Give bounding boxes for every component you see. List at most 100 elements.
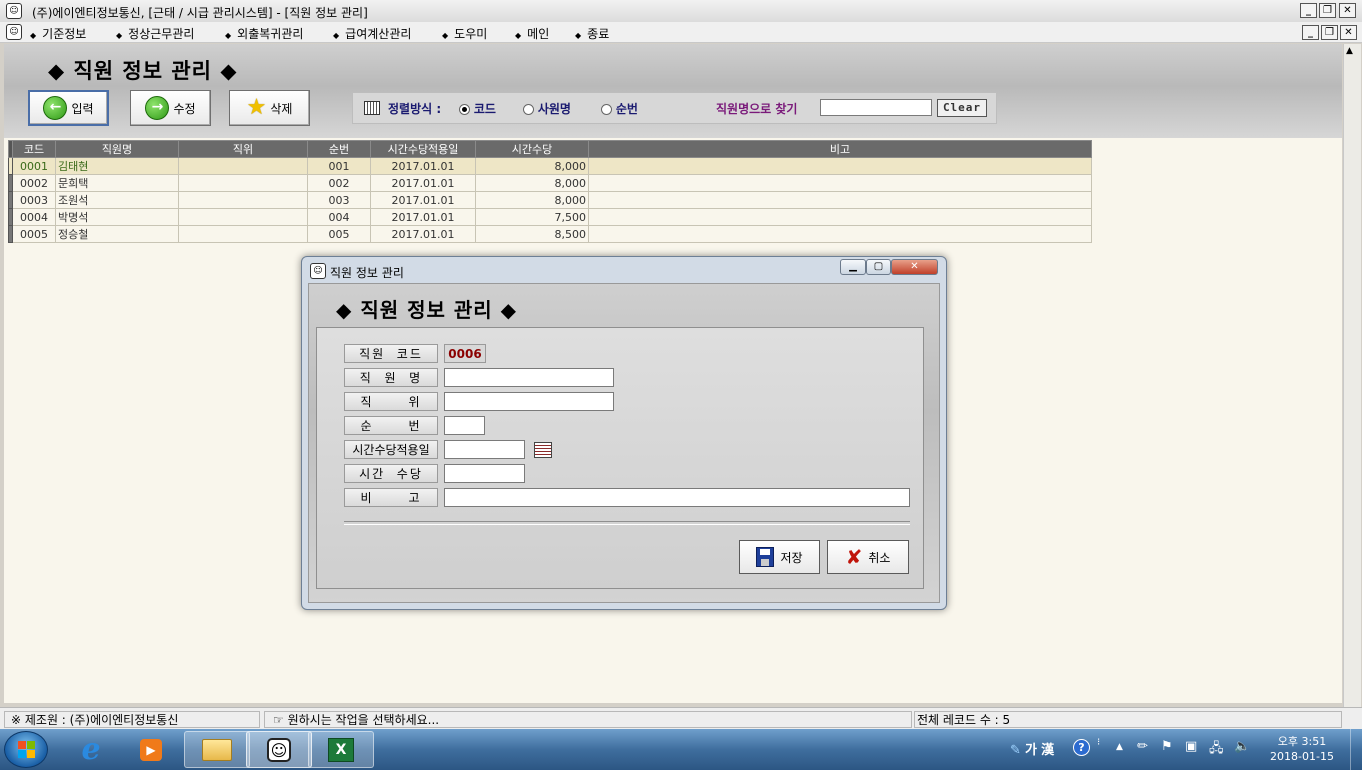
restore-icon[interactable]: ❐ (1319, 3, 1336, 18)
search-input[interactable] (820, 99, 932, 116)
dialog-titlebar[interactable]: ☺ 직원 정보 관리 ▁ ▢ ✕ (302, 257, 946, 283)
menu-item-help[interactable]: ◆ 도우미 (442, 25, 487, 42)
clear-button[interactable]: Clear (937, 99, 987, 117)
cell-note[interactable] (588, 157, 1092, 175)
table-row[interactable]: 0005 정승철 005 2017.01.01 8,500 (8, 225, 1092, 243)
edit-button[interactable]: → 수정 (130, 90, 211, 126)
column-header-seq[interactable]: 순번 (307, 140, 371, 158)
cell-name[interactable]: 정승철 (55, 225, 179, 243)
vertical-scrollbar[interactable]: ▲ ▼ (1343, 44, 1361, 727)
cancel-button[interactable]: ✘ 취소 (827, 540, 909, 574)
column-header-code[interactable]: 코드 (12, 140, 56, 158)
column-header-wage[interactable]: 시간수당 (475, 140, 589, 158)
taskbar-ie[interactable]: e (58, 731, 124, 768)
cell-position[interactable] (178, 174, 308, 192)
cell-position[interactable] (178, 225, 308, 243)
cell-note[interactable] (588, 208, 1092, 226)
clock[interactable]: 오후 3:51 2018-01-15 (1262, 734, 1342, 764)
name-input[interactable] (444, 368, 614, 387)
cell-code[interactable]: 0004 (12, 208, 56, 226)
table-row[interactable]: 0002 문희택 002 2017.01.01 8,000 (8, 174, 1092, 192)
taskbar-media-player[interactable]: ▶ (118, 731, 184, 768)
delete-button[interactable]: ★ 삭제 (229, 90, 310, 126)
taskbar-excel[interactable]: X (308, 731, 374, 768)
cell-seq[interactable]: 001 (307, 157, 371, 175)
cell-note[interactable] (588, 191, 1092, 209)
cell-date[interactable]: 2017.01.01 (370, 191, 476, 209)
taskbar-explorer[interactable] (184, 731, 250, 768)
menu-item-regular-work[interactable]: ◆ 정상근무관리 (116, 25, 194, 42)
volume-icon[interactable]: 🔈 (1234, 739, 1250, 754)
input-button[interactable]: ← 입력 (28, 90, 109, 126)
column-header-name[interactable]: 직원명 (55, 140, 179, 158)
date-input[interactable] (444, 440, 525, 459)
cell-date[interactable]: 2017.01.01 (370, 174, 476, 192)
menu-item-basic-info[interactable]: ◆ 기준정보 (30, 25, 86, 42)
cell-name[interactable]: 박명석 (55, 208, 179, 226)
cell-seq[interactable]: 004 (307, 208, 371, 226)
menu-item-exit[interactable]: ◆ 종료 (575, 25, 609, 42)
dialog-minimize-icon[interactable]: ▁ (840, 259, 866, 275)
cell-position[interactable] (178, 191, 308, 209)
network-icon[interactable]: 🖧 (1209, 739, 1224, 761)
cell-seq[interactable]: 003 (307, 191, 371, 209)
child-restore-icon[interactable]: ❐ (1321, 25, 1338, 40)
position-input[interactable] (444, 392, 614, 411)
taskbar-current-app[interactable]: ☺ (246, 731, 312, 768)
cell-date[interactable]: 2017.01.01 (370, 225, 476, 243)
help-icon[interactable]: ? (1073, 739, 1090, 756)
cell-name[interactable]: 조원석 (55, 191, 179, 209)
show-desktop-button[interactable] (1350, 729, 1362, 770)
tray-expand-icon[interactable]: ▲ (1116, 742, 1123, 752)
note-input[interactable] (444, 488, 910, 507)
pen-icon[interactable]: ✏ (1137, 739, 1148, 754)
sort-option-code[interactable]: 코드 (459, 100, 496, 117)
column-header-note[interactable]: 비고 (588, 140, 1092, 158)
column-header-date[interactable]: 시간수당적용일 (370, 140, 476, 158)
cell-position[interactable] (178, 208, 308, 226)
cell-note[interactable] (588, 174, 1092, 192)
cell-name[interactable]: 문희택 (55, 174, 179, 192)
cell-wage[interactable]: 8,000 (475, 191, 589, 209)
menu-item-payroll[interactable]: ◆ 급여계산관리 (333, 25, 411, 42)
sort-option-name[interactable]: 사원명 (523, 100, 571, 117)
cell-wage[interactable]: 8,500 (475, 225, 589, 243)
cell-code[interactable]: 0003 (12, 191, 56, 209)
child-minimize-icon[interactable]: _ (1302, 25, 1319, 40)
cell-position[interactable] (178, 157, 308, 175)
table-row[interactable]: 0001 김태현 001 2017.01.01 8,000 (8, 157, 1092, 175)
device-icon[interactable]: ▣ (1185, 739, 1197, 754)
ime-indicator[interactable]: ✎ 가 漢 (1010, 739, 1054, 758)
cell-code[interactable]: 0002 (12, 174, 56, 192)
start-button[interactable] (4, 731, 48, 768)
flag-icon[interactable]: ⚑ (1161, 739, 1173, 754)
cell-code[interactable]: 0001 (12, 157, 56, 175)
cell-seq[interactable]: 002 (307, 174, 371, 192)
sort-option-seq[interactable]: 순번 (601, 100, 638, 117)
dialog-close-icon[interactable]: ✕ (891, 259, 938, 275)
child-close-icon[interactable]: ✕ (1340, 25, 1357, 40)
cell-date[interactable]: 2017.01.01 (370, 208, 476, 226)
menu-item-main[interactable]: ◆ 메인 (515, 25, 549, 42)
cell-date[interactable]: 2017.01.01 (370, 157, 476, 175)
save-button[interactable]: 저장 (739, 540, 820, 574)
dialog-maximize-icon[interactable]: ▢ (866, 259, 891, 275)
cell-seq[interactable]: 005 (307, 225, 371, 243)
cell-wage[interactable]: 8,000 (475, 174, 589, 192)
minimize-icon[interactable]: _ (1300, 3, 1317, 18)
seq-input[interactable] (444, 416, 485, 435)
table-row[interactable]: 0004 박명석 004 2017.01.01 7,500 (8, 208, 1092, 226)
cell-wage[interactable]: 8,000 (475, 157, 589, 175)
calendar-icon[interactable] (534, 442, 552, 458)
cell-code[interactable]: 0005 (12, 225, 56, 243)
column-header-position[interactable]: 직위 (178, 140, 308, 158)
table-row[interactable]: 0003 조원석 003 2017.01.01 8,000 (8, 191, 1092, 209)
cell-note[interactable] (588, 225, 1092, 243)
ime-options-icon[interactable]: ⁝ (1097, 737, 1100, 748)
close-icon[interactable]: ✕ (1339, 3, 1356, 18)
wage-input[interactable] (444, 464, 525, 483)
scroll-up-icon[interactable]: ▲ (1346, 46, 1353, 56)
cell-wage[interactable]: 7,500 (475, 208, 589, 226)
cell-name[interactable]: 김태현 (55, 157, 179, 175)
menu-item-outing-return[interactable]: ◆ 외출복귀관리 (225, 25, 303, 42)
